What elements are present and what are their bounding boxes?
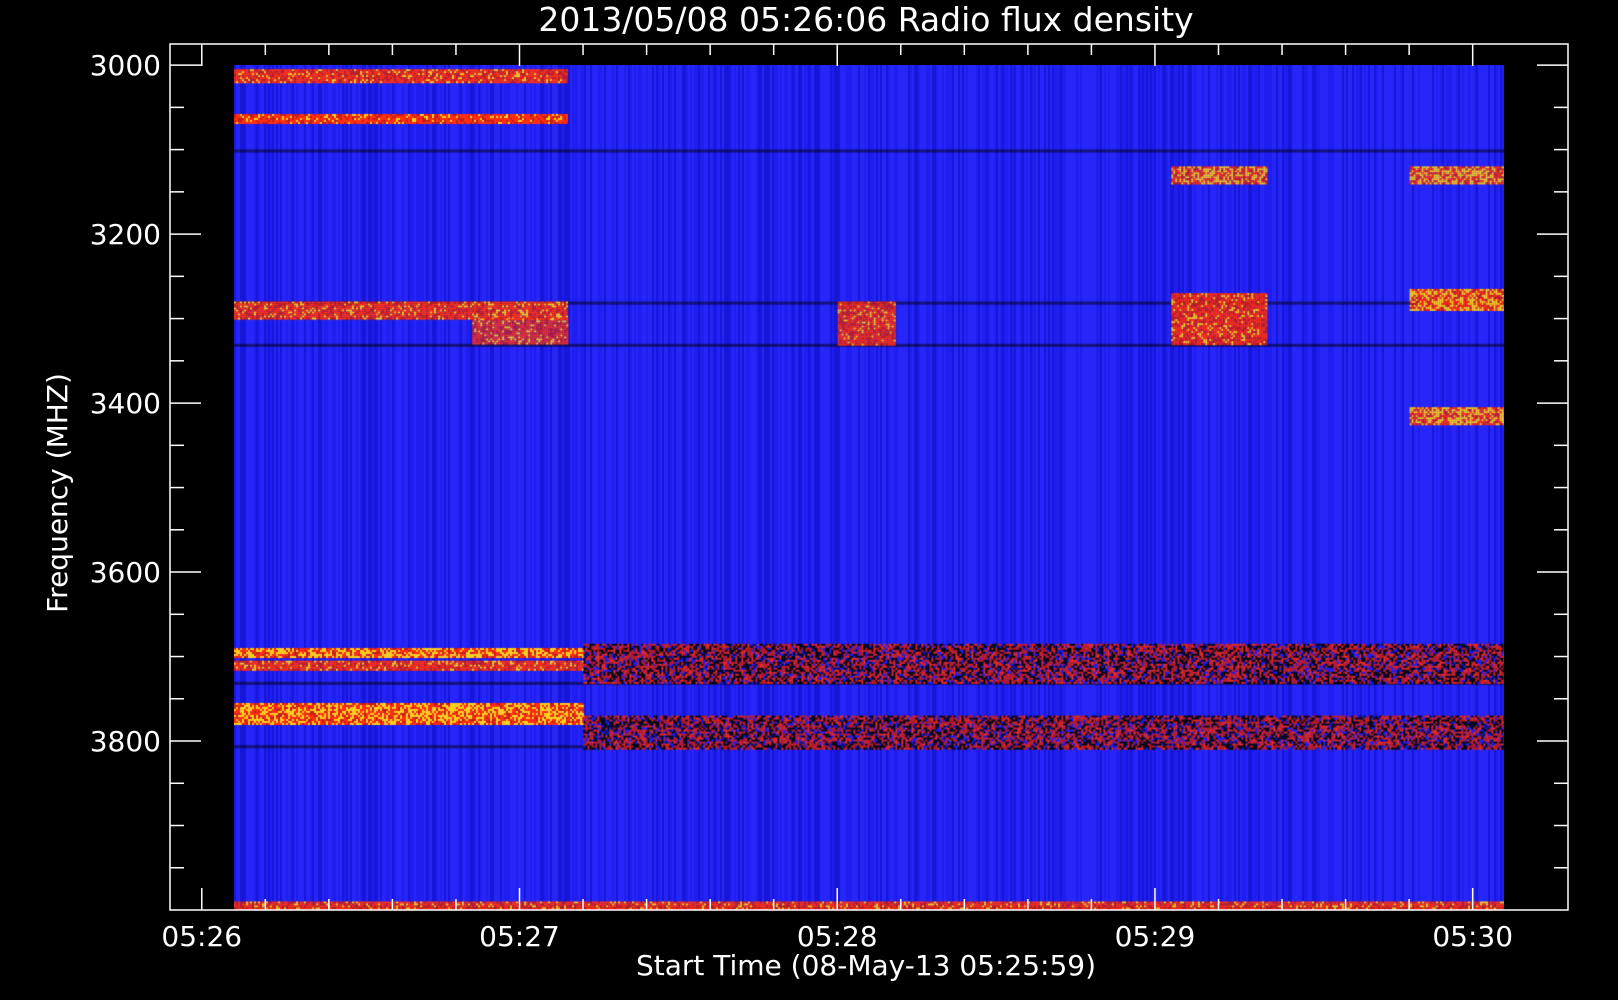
y-tick-label: 3000: [90, 49, 161, 82]
x-tick-label: 05:27: [479, 920, 560, 953]
y-tick-label: 3200: [90, 218, 161, 251]
y-tick-label: 3600: [90, 556, 161, 589]
y-tick-label: 3400: [90, 387, 161, 420]
x-tick-label: 05:30: [1432, 920, 1513, 953]
x-tick-label: 05:29: [1115, 920, 1196, 953]
x-axis-label: Start Time (08-May-13 05:25:59): [636, 949, 1096, 982]
x-tick-label: 05:26: [161, 920, 242, 953]
y-axis-label: Frequency (MHZ): [41, 373, 74, 613]
chart-title: 2013/05/08 05:26:06 Radio flux density: [538, 0, 1193, 39]
heatmap-raster: [233, 65, 1505, 910]
spectrogram-heatmap: [233, 65, 1505, 910]
spectrogram-chart: 2013/05/08 05:26:06 Radio flux density 0…: [41, 0, 1569, 982]
y-tick-label: 3800: [90, 725, 161, 758]
y-axis-tick-labels: 3000 3200 3400 3600 3800: [90, 49, 161, 758]
heatmap-canvas: [233, 65, 1505, 910]
